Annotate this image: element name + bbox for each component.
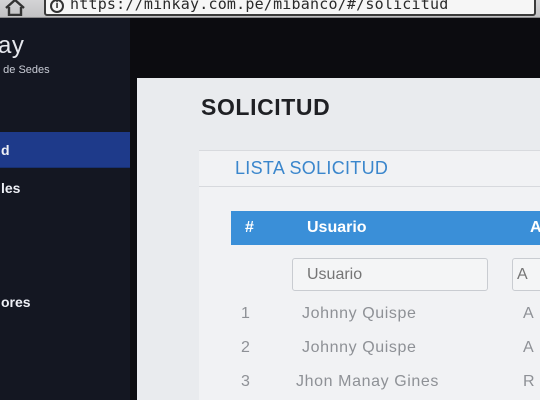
row-number: 2: [241, 339, 250, 356]
column-header-next[interactable]: A: [530, 219, 540, 237]
browser-address-bar: i https://minkay.com.pe/mibanco/#/solici…: [0, 0, 540, 18]
brand-subtitle: n de Sedes: [0, 64, 50, 76]
card-header: LISTA SOLICITUD: [199, 151, 540, 187]
usuario-filter-input[interactable]: [292, 258, 488, 291]
sidebar: ay n de Sedes d les ores: [0, 18, 130, 400]
table-row[interactable]: 3 Jhon Manay Gines R: [231, 365, 540, 399]
brand-title: ay: [0, 32, 25, 59]
row-number: 1: [241, 305, 250, 322]
row-next-cell: A: [523, 305, 534, 322]
sidebar-item-active[interactable]: d: [0, 132, 130, 168]
info-icon[interactable]: i: [50, 0, 64, 13]
sidebar-item-sedes[interactable]: les: [0, 170, 130, 206]
row-usuario: Jhon Manay Gines: [296, 373, 440, 390]
row-usuario: Johnny Quispe: [302, 339, 417, 356]
sidebar-item[interactable]: [0, 322, 130, 358]
main-content: SOLICITUD LISTA SOLICITUD # Usuario A 1 …: [137, 78, 540, 400]
table-row[interactable]: 2 Johnny Quispe A: [231, 331, 540, 365]
row-next-cell: R: [523, 373, 535, 390]
table-row[interactable]: 1 Johnny Quispe A: [231, 297, 540, 331]
sidebar-item[interactable]: [0, 208, 130, 244]
row-next-cell: A: [523, 339, 534, 356]
url-field[interactable]: i https://minkay.com.pe/mibanco/#/solici…: [44, 0, 536, 16]
next-column-filter-input[interactable]: [512, 258, 540, 291]
sidebar-item[interactable]: [0, 246, 130, 282]
url-text: https://minkay.com.pe/mibanco/#/solicitu…: [70, 0, 449, 13]
home-icon[interactable]: [4, 0, 26, 17]
card-title: LISTA SOLICITUD: [235, 158, 389, 178]
sidebar-item[interactable]: [0, 360, 130, 396]
column-header-number[interactable]: #: [245, 219, 254, 237]
row-number: 3: [241, 373, 250, 390]
column-header-usuario[interactable]: Usuario: [307, 219, 367, 237]
page-title: SOLICITUD: [201, 94, 331, 120]
sidebar-item-ores[interactable]: ores: [0, 284, 130, 320]
table-header: # Usuario A: [231, 211, 540, 245]
row-usuario: Johnny Quispe: [302, 305, 417, 322]
solicitud-list-card: LISTA SOLICITUD # Usuario A 1 Johnny Qui…: [199, 150, 540, 400]
